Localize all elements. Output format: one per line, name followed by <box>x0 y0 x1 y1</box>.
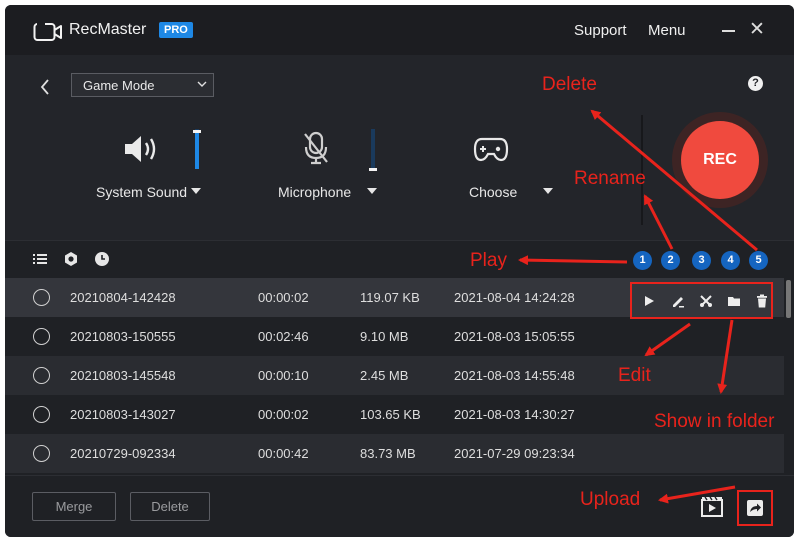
recording-size: 2.45 MB <box>360 368 409 383</box>
merge-button[interactable]: Merge <box>32 492 116 521</box>
title-bar: RecMaster PRO Support Menu ✕ <box>5 5 794 55</box>
microphone-dropdown-icon[interactable] <box>367 188 377 194</box>
table-row[interactable]: 20210729-092334 00:00:42 83.73 MB 2021-0… <box>5 434 784 473</box>
menu-link[interactable]: Menu <box>648 22 686 39</box>
recording-duration: 00:00:10 <box>258 368 309 383</box>
annotation-rename: Rename <box>574 168 646 189</box>
minimize-button[interactable] <box>722 30 735 32</box>
annotation-show-in-folder: Show in folder <box>654 411 775 432</box>
recording-date: 2021-08-04 14:24:28 <box>454 290 575 305</box>
choose-dropdown-icon[interactable] <box>543 188 553 194</box>
row-select-radio[interactable] <box>33 445 50 462</box>
recording-duration: 00:00:02 <box>258 407 309 422</box>
recmaster-window: RecMaster PRO Support Menu ✕ Game Mode ?… <box>5 5 794 537</box>
recording-controls: Game Mode ? System Sound Microphone Choo… <box>5 55 794 240</box>
recmaster-logo-icon <box>33 21 62 41</box>
rename-pencil-icon[interactable] <box>670 293 686 309</box>
choose-label[interactable]: Choose <box>469 184 517 200</box>
app-title: RecMaster <box>69 21 147 38</box>
system-sound-dropdown-icon[interactable] <box>191 188 201 194</box>
annotation-edit: Edit <box>618 365 651 386</box>
microphone-label[interactable]: Microphone <box>278 184 351 200</box>
mode-dropdown-value: Game Mode <box>83 78 155 93</box>
speaker-icon[interactable] <box>123 134 159 164</box>
upload-share-icon[interactable] <box>746 499 764 517</box>
schedule-clock-icon[interactable] <box>94 251 110 267</box>
video-editor-icon[interactable] <box>700 496 724 518</box>
play-icon[interactable] <box>641 293 657 309</box>
table-row[interactable]: 20210803-145548 00:00:10 2.45 MB 2021-08… <box>5 356 784 395</box>
folder-icon[interactable] <box>726 293 742 309</box>
row-select-radio[interactable] <box>33 328 50 345</box>
rec-button[interactable]: REC <box>681 121 759 199</box>
recording-name: 20210803-145548 <box>70 368 176 383</box>
scrollbar-thumb[interactable] <box>786 280 791 318</box>
mode-dropdown[interactable]: Game Mode <box>71 73 214 97</box>
recording-size: 119.07 KB <box>360 290 420 305</box>
list-view-icon[interactable] <box>32 251 48 267</box>
annotation-delete: Delete <box>542 74 597 95</box>
annotation-number: 1 <box>633 251 652 270</box>
row-select-radio[interactable] <box>33 406 50 423</box>
trash-icon[interactable] <box>754 293 770 309</box>
recording-name: 20210803-143027 <box>70 407 176 422</box>
close-button[interactable]: ✕ <box>749 20 765 39</box>
help-icon[interactable]: ? <box>748 76 763 91</box>
recording-name: 20210803-150555 <box>70 329 176 344</box>
pro-badge: PRO <box>159 22 193 38</box>
settings-gear-icon[interactable] <box>63 251 79 267</box>
system-sound-volume-fill <box>195 131 199 169</box>
recording-duration: 00:00:02 <box>258 290 309 305</box>
table-row[interactable]: 20210803-150555 00:02:46 9.10 MB 2021-08… <box>5 317 784 356</box>
row-select-radio[interactable] <box>33 367 50 384</box>
recording-name: 20210804-142428 <box>70 290 176 305</box>
recording-date: 2021-07-29 09:23:34 <box>454 446 575 461</box>
recording-date: 2021-08-03 15:05:55 <box>454 329 575 344</box>
edit-scissors-icon[interactable] <box>698 293 714 309</box>
recording-size: 9.10 MB <box>360 329 409 344</box>
recording-size: 83.73 MB <box>360 446 416 461</box>
recording-date: 2021-08-03 14:55:48 <box>454 368 575 383</box>
annotation-upload: Upload <box>580 489 641 510</box>
annotation-number: 4 <box>721 251 740 270</box>
row-actions-highlight <box>630 282 773 319</box>
annotation-play: Play <box>470 250 507 271</box>
annotation-number: 5 <box>749 251 768 270</box>
recording-name: 20210729-092334 <box>70 446 176 461</box>
recording-duration: 00:00:42 <box>258 446 309 461</box>
microphone-volume-knob[interactable] <box>369 167 377 171</box>
system-sound-volume-slider[interactable] <box>193 129 201 169</box>
recording-size: 103.65 KB <box>360 407 421 422</box>
list-scrollbar[interactable] <box>785 278 791 472</box>
microphone-volume-slider[interactable] <box>369 129 377 171</box>
recording-date: 2021-08-03 14:30:27 <box>454 407 575 422</box>
microphone-muted-icon[interactable] <box>302 131 330 165</box>
support-link[interactable]: Support <box>574 22 627 39</box>
row-select-radio[interactable] <box>33 289 50 306</box>
system-sound-volume-knob[interactable] <box>193 129 201 133</box>
gamepad-icon[interactable] <box>473 135 509 163</box>
back-chevron-icon[interactable] <box>39 77 51 97</box>
annotation-number: 2 <box>661 251 680 270</box>
system-sound-label[interactable]: System Sound <box>96 184 187 200</box>
chevron-down-icon <box>197 81 207 87</box>
recording-duration: 00:02:46 <box>258 329 309 344</box>
annotation-number: 3 <box>692 251 711 270</box>
delete-button[interactable]: Delete <box>130 492 210 521</box>
footer: Merge Delete <box>5 475 794 537</box>
upload-highlight <box>737 490 773 526</box>
